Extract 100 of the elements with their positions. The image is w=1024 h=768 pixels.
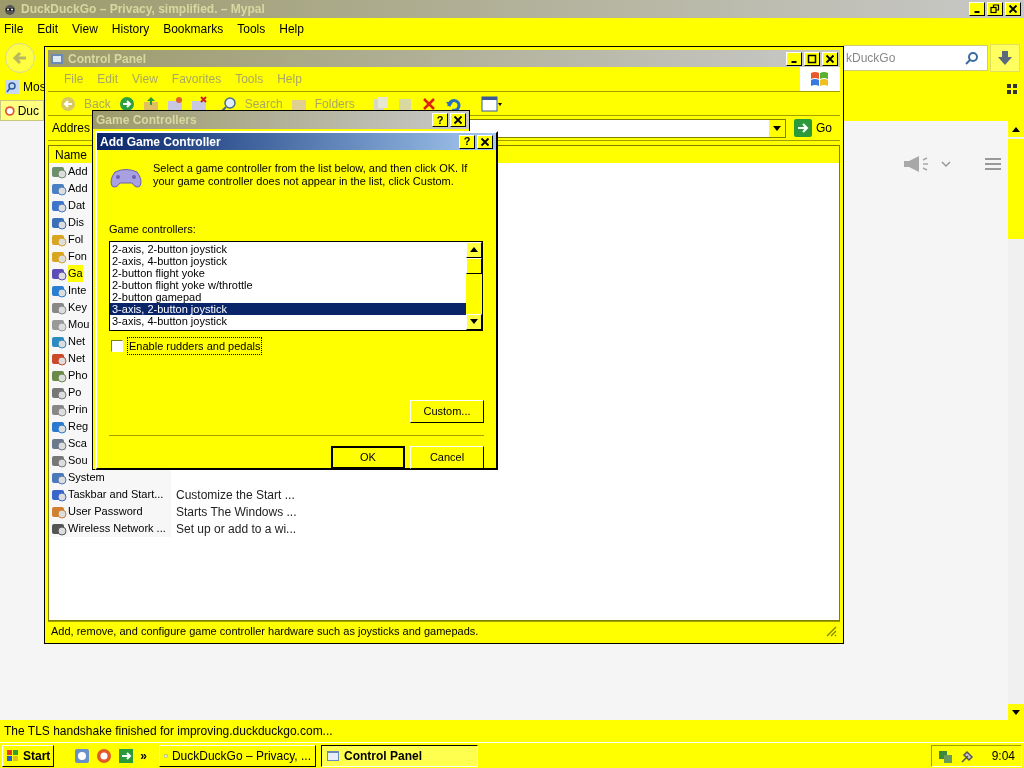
applet-name[interactable]: Fon bbox=[68, 248, 87, 265]
controller-list[interactable]: 2-axis, 2-button joystick 2-axis, 4-button joystick 2-button flight yoke 2-button flight yoke w/throttle 2-button gamepad 3-axis, 2-button joystick 3-axis, 4-button joystick bbox=[109, 240, 483, 331]
restore-icon bbox=[990, 4, 1000, 14]
applet-name[interactable]: Sou bbox=[68, 452, 88, 469]
menu-icon bbox=[985, 157, 1001, 171]
task-button[interactable]: DuckDuckGo – Privacy, ... bbox=[159, 744, 317, 767]
search-icon bbox=[965, 51, 979, 65]
list-item[interactable]: 2-button gamepad bbox=[110, 290, 466, 303]
list-item[interactable]: 2-button flight yoke bbox=[110, 266, 466, 279]
list-label: Game controllers: bbox=[109, 222, 197, 237]
list-item[interactable]: 3-axis, 4-button joystick bbox=[110, 314, 466, 327]
checkbox-label[interactable]: Enable rudders and pedals bbox=[127, 336, 263, 355]
scroll-down-icon bbox=[1012, 709, 1020, 715]
windows-flag-icon bbox=[6, 748, 20, 763]
applet-description: Starts The Windows ... bbox=[176, 503, 297, 521]
applet-name[interactable]: Pho bbox=[68, 367, 88, 384]
start-button[interactable]: Start bbox=[2, 744, 55, 767]
grid-icon bbox=[1007, 84, 1017, 94]
checkbox[interactable] bbox=[111, 339, 123, 352]
minimize-button[interactable] bbox=[786, 51, 802, 66]
megaphone-icon bbox=[903, 155, 931, 173]
applet-name[interactable]: Key bbox=[68, 299, 87, 316]
applet-name[interactable]: Fol bbox=[68, 231, 84, 248]
download-button[interactable] bbox=[990, 44, 1020, 72]
task-button[interactable]: Control Panel bbox=[321, 744, 479, 767]
delete-folder-icon[interactable] bbox=[190, 95, 207, 112]
window-title: Game Controllers bbox=[96, 112, 197, 129]
menu-item[interactable]: Help bbox=[279, 20, 304, 38]
delete-icon[interactable] bbox=[420, 95, 437, 112]
go-button[interactable]: Go bbox=[790, 119, 836, 137]
applet-name[interactable]: Sca bbox=[68, 435, 87, 452]
menu-item[interactable]: Tools bbox=[237, 20, 266, 38]
download-icon bbox=[997, 50, 1013, 66]
views-icon[interactable] bbox=[480, 95, 503, 112]
applet-name[interactable]: Po bbox=[68, 384, 82, 401]
applet-name[interactable]: Reg bbox=[68, 418, 89, 435]
close-button[interactable] bbox=[1005, 2, 1021, 16]
list-item[interactable]: 3-axis, 2-button joystick bbox=[110, 302, 466, 315]
address-label: Addres bbox=[52, 120, 92, 137]
custom-button[interactable]: Custom... bbox=[410, 400, 484, 423]
move-to-icon[interactable] bbox=[166, 95, 183, 112]
quick-launch-icon[interactable] bbox=[96, 747, 113, 764]
applet-name[interactable]: Ga bbox=[68, 265, 83, 282]
more-button[interactable]: » bbox=[140, 746, 148, 765]
quick-launch-icon[interactable] bbox=[74, 747, 91, 764]
applet-description: Customize the Start ... bbox=[176, 486, 295, 504]
close-button[interactable] bbox=[477, 134, 493, 149]
browser-tab[interactable]: Duc bbox=[0, 100, 44, 121]
applet-description: Set up or add to a wi... bbox=[176, 520, 297, 538]
menu-item[interactable]: Bookmarks bbox=[163, 20, 224, 38]
close-icon bbox=[453, 115, 463, 125]
search-icon[interactable] bbox=[220, 95, 237, 112]
help-button[interactable]: ? bbox=[432, 113, 448, 127]
menu-item[interactable]: File bbox=[4, 20, 24, 38]
applet-name[interactable]: Dat bbox=[68, 197, 86, 214]
applet-name[interactable]: Add bbox=[68, 163, 88, 180]
window-title: Control Panel bbox=[68, 50, 146, 68]
minimize-icon bbox=[791, 60, 797, 63]
list-item[interactable]: 2-axis, 4-button joystick bbox=[110, 254, 466, 267]
menu-item[interactable]: History bbox=[111, 20, 150, 38]
applet-name[interactable]: Dis bbox=[68, 214, 84, 231]
scrollbar[interactable] bbox=[466, 241, 482, 330]
status-text: Add, remove, and configure game controller hardware such as joysticks and gamepads. bbox=[51, 623, 479, 639]
minimize-icon bbox=[974, 11, 980, 13]
ok-button[interactable]: OK bbox=[331, 446, 405, 469]
applet-name[interactable]: Add bbox=[68, 180, 88, 197]
window-title: Add Game Controller bbox=[100, 133, 221, 151]
help-button[interactable]: ? bbox=[459, 134, 475, 149]
close-button[interactable] bbox=[450, 113, 466, 127]
quick-launch-icon[interactable] bbox=[118, 747, 135, 764]
maximize-button[interactable] bbox=[804, 51, 820, 66]
applet-name[interactable]: Net bbox=[68, 333, 86, 350]
applet-name[interactable]: Net bbox=[68, 350, 86, 367]
menu-item[interactable]: View bbox=[72, 20, 98, 38]
scroll-up-icon bbox=[1012, 126, 1020, 132]
close-icon bbox=[1008, 4, 1018, 14]
search-icon bbox=[5, 80, 19, 94]
raccoon-icon bbox=[3, 2, 17, 16]
applet-name[interactable]: Inte bbox=[68, 282, 87, 299]
list-item[interactable]: 2-button flight yoke w/throttle bbox=[110, 278, 466, 291]
arrow-right-icon bbox=[794, 119, 812, 137]
scroll-thumb[interactable] bbox=[1008, 139, 1024, 239]
applet-name[interactable]: Prin bbox=[68, 401, 88, 418]
search-field[interactable]: kDuckGo bbox=[843, 45, 988, 71]
windows-flag-icon bbox=[810, 70, 830, 88]
up-folder-icon[interactable] bbox=[142, 95, 159, 112]
scroll-thumb[interactable] bbox=[466, 257, 482, 274]
cancel-button[interactable]: Cancel bbox=[410, 446, 484, 469]
restore-button[interactable] bbox=[987, 2, 1003, 16]
list-item[interactable]: 2-axis, 2-button joystick bbox=[110, 242, 466, 255]
applet-name[interactable]: Mou bbox=[68, 316, 90, 333]
scroll-up-icon bbox=[470, 247, 478, 252]
clock: 9:04 bbox=[991, 747, 1015, 765]
close-button[interactable] bbox=[822, 51, 838, 66]
back-arrow-icon bbox=[11, 49, 29, 67]
maximize-icon bbox=[807, 53, 817, 64]
copy-icon[interactable] bbox=[372, 95, 389, 112]
instruction-text: Select a game controller from the list below, and then click OK. If your game controller does not appear in the list, click Custom. bbox=[153, 162, 469, 189]
minimize-button[interactable] bbox=[969, 2, 985, 16]
menu-item[interactable]: Edit bbox=[37, 20, 59, 38]
